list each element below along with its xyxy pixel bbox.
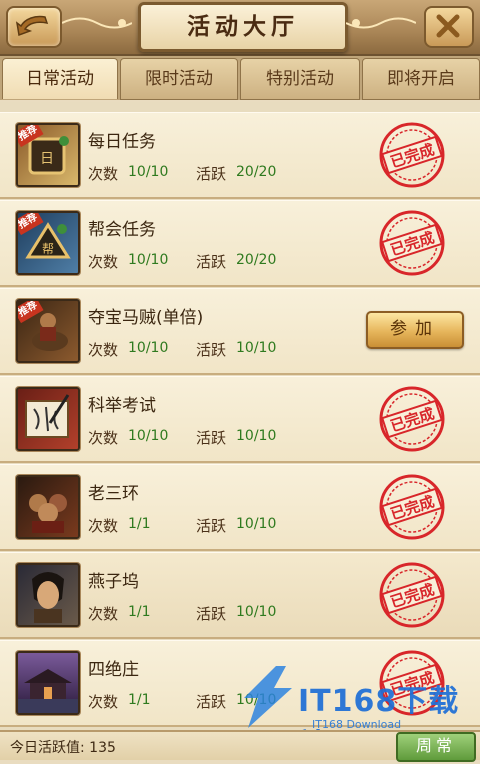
- tab-special[interactable]: 特别活动: [240, 58, 360, 100]
- count-value: 10/10: [128, 428, 169, 444]
- list-item[interactable]: 科举考试 次数 10/10 活跃 10/10 已完成: [0, 376, 480, 463]
- seal-token-icon: 日 推荐: [16, 123, 80, 187]
- title-left-ornament: [62, 17, 132, 29]
- activity-value: 10/10: [236, 516, 277, 532]
- horse-bandit-icon: 推荐: [16, 299, 80, 363]
- activity-label: 活跃: [196, 165, 227, 183]
- activity-value: 20/20: [236, 252, 277, 268]
- activity-label: 活跃: [196, 693, 227, 711]
- completed-stamp-icon: 已完成: [379, 122, 445, 188]
- tab-upcoming[interactable]: 即将开启: [362, 58, 480, 100]
- activity-label: 活跃: [196, 429, 227, 447]
- activity-name: 燕子坞: [88, 572, 139, 592]
- activity-name: 老三环: [88, 484, 139, 504]
- activity-value: 20/20: [236, 164, 277, 180]
- list-item[interactable]: 帮 推荐 帮会任务 次数 10/10 活跃 20/20 已完成: [0, 200, 480, 287]
- activity-list[interactable]: 日 推荐 每日任务 次数 10/10 活跃 20/20 已完成 帮 推荐 帮会任…: [0, 102, 480, 730]
- tab-daily[interactable]: 日常活动: [2, 58, 118, 99]
- back-button[interactable]: [6, 6, 62, 48]
- completed-stamp-icon: 已完成: [379, 210, 445, 276]
- count-label: 次数: [88, 253, 119, 271]
- activity-name: 帮会任务: [88, 220, 156, 240]
- activity-value: 10/10: [236, 340, 277, 356]
- manor-icon: [16, 651, 80, 715]
- activity-name: 夺宝马贼(单倍): [88, 308, 204, 328]
- page-title: 活动大厅: [138, 2, 348, 52]
- join-button[interactable]: 参加: [366, 311, 464, 349]
- count-label: 次数: [88, 429, 119, 447]
- activity-label: 活跃: [196, 517, 227, 535]
- count-value: 10/10: [128, 252, 169, 268]
- tab-bar: 日常活动 限时活动 特别活动 即将开启: [0, 56, 480, 100]
- list-item[interactable]: 推荐 夺宝马贼(单倍) 次数 10/10 活跃 10/10 参加: [0, 288, 480, 375]
- count-label: 次数: [88, 605, 119, 623]
- top-bar: 活动大厅: [0, 0, 480, 56]
- activity-label: 活跃: [196, 605, 227, 623]
- warriors-icon: [16, 475, 80, 539]
- count-label: 次数: [88, 693, 119, 711]
- title-right-ornament: [346, 17, 416, 29]
- list-item[interactable]: 燕子坞 次数 1/1 活跃 10/10 已完成: [0, 552, 480, 639]
- activity-name: 科举考试: [88, 396, 156, 416]
- activity-name: 四绝庄: [88, 660, 139, 680]
- close-icon: [436, 14, 460, 38]
- daily-activity-value: 135: [89, 740, 116, 756]
- count-value: 10/10: [128, 164, 169, 180]
- count-value: 10/10: [128, 340, 169, 356]
- count-label: 次数: [88, 517, 119, 535]
- count-value: 1/1: [128, 692, 151, 708]
- count-label: 次数: [88, 341, 119, 359]
- hero-portrait-icon: [16, 563, 80, 627]
- scroll-brush-icon: [16, 387, 80, 451]
- list-item[interactable]: 日 推荐 每日任务 次数 10/10 活跃 20/20 已完成: [0, 112, 480, 199]
- list-item[interactable]: 老三环 次数 1/1 活跃 10/10 已完成: [0, 464, 480, 551]
- activity-value: 10/10: [236, 604, 277, 620]
- count-value: 1/1: [128, 604, 151, 620]
- activity-label: 活跃: [196, 341, 227, 359]
- activity-value: 10/10: [236, 428, 277, 444]
- daily-activity-label: 今日活跃值: 135: [10, 740, 116, 756]
- svg-text:日: 日: [40, 151, 54, 167]
- activity-label: 活跃: [196, 253, 227, 271]
- watermark-icon: [244, 666, 292, 728]
- footer-bar: 今日活跃值: 135 周常: [0, 730, 480, 762]
- activity-name: 每日任务: [88, 132, 156, 152]
- count-value: 1/1: [128, 516, 151, 532]
- completed-stamp-icon: 已完成: [379, 386, 445, 452]
- tab-limited[interactable]: 限时活动: [120, 58, 238, 100]
- svg-text:帮: 帮: [42, 242, 54, 256]
- count-label: 次数: [88, 165, 119, 183]
- back-arrow-icon: [15, 15, 49, 37]
- completed-stamp-icon: 已完成: [379, 562, 445, 628]
- close-button[interactable]: [424, 6, 474, 48]
- guild-token-icon: 帮 推荐: [16, 211, 80, 275]
- completed-stamp-icon: 已完成: [379, 474, 445, 540]
